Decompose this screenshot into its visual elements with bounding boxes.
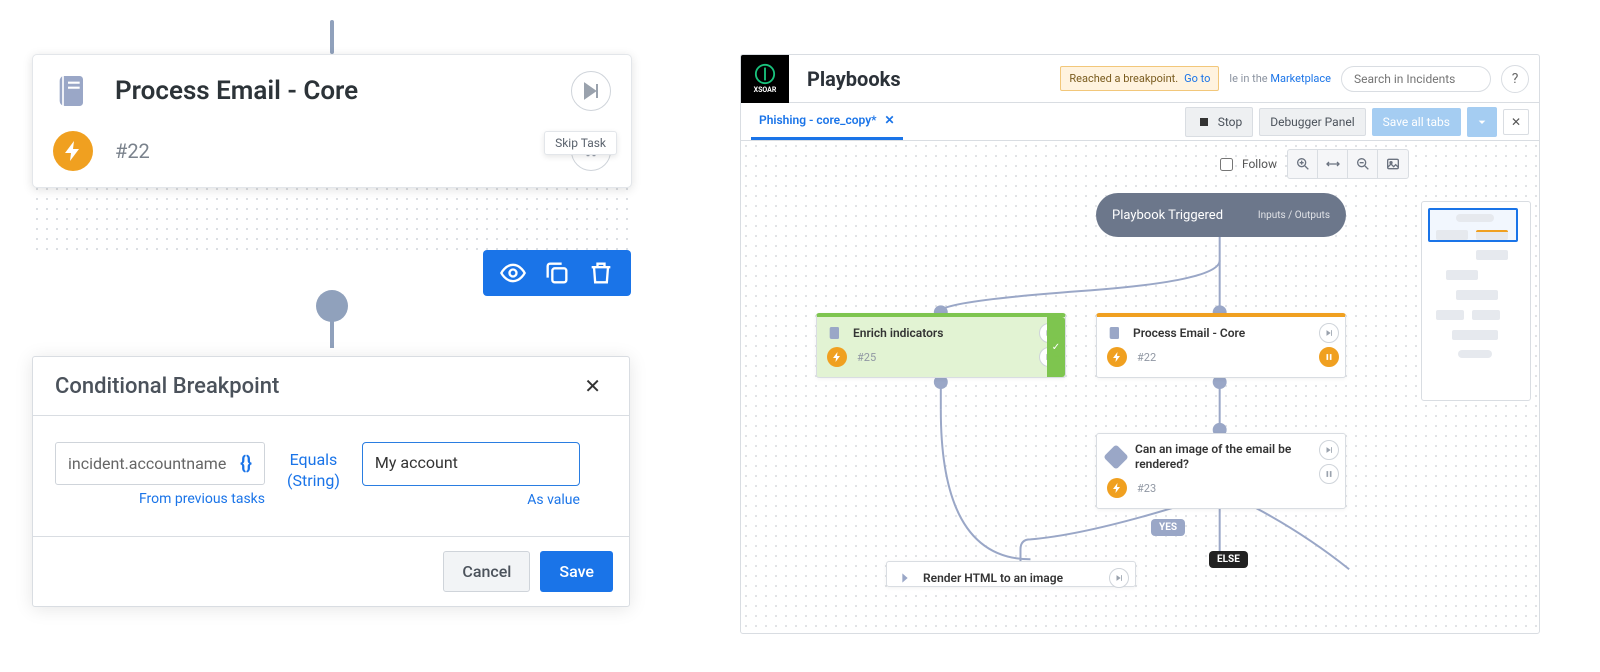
start-node[interactable]: Playbook Triggered Inputs / Outputs bbox=[1096, 193, 1346, 237]
start-node-io[interactable]: Inputs / Outputs bbox=[1258, 210, 1330, 221]
playbook-editor: XSOAR Playbooks Reached a breakpoint. Go… bbox=[740, 54, 1540, 634]
skip-icon[interactable] bbox=[1319, 323, 1339, 343]
delete-icon[interactable] bbox=[587, 259, 615, 287]
skip-task-button[interactable] bbox=[571, 71, 611, 111]
close-icon[interactable]: ✕ bbox=[578, 373, 607, 399]
success-strip: ✓ bbox=[1047, 317, 1065, 377]
node-can-render-image[interactable]: Can an image of the email be rendered? #… bbox=[1096, 433, 1346, 509]
connector-bottom bbox=[330, 320, 334, 348]
page-title: Playbooks bbox=[807, 67, 901, 91]
tab-phishing-core-copy[interactable]: Phishing - core_copy* ✕ bbox=[751, 103, 903, 140]
node-enrich-indicators[interactable]: Enrich indicators #25 ✓ bbox=[816, 313, 1066, 378]
minimap[interactable] bbox=[1421, 201, 1531, 401]
tab-close-icon[interactable]: ✕ bbox=[885, 113, 895, 127]
topbar: XSOAR Playbooks Reached a breakpoint. Go… bbox=[741, 55, 1539, 103]
from-previous-tasks-link[interactable]: From previous tasks bbox=[139, 491, 265, 507]
condition-field-input[interactable]: incident.accountname {} bbox=[55, 442, 265, 485]
bolt-icon bbox=[827, 347, 847, 367]
debugger-panel-button[interactable]: Debugger Panel bbox=[1259, 108, 1365, 136]
node-render-html[interactable]: Render HTML to an image bbox=[886, 561, 1136, 587]
close-tabbar-icon[interactable]: ✕ bbox=[1503, 109, 1529, 135]
view-icon[interactable] bbox=[499, 259, 527, 287]
canvas-view-controls bbox=[1287, 149, 1409, 179]
stop-button[interactable]: Stop bbox=[1185, 107, 1254, 137]
bolt-icon bbox=[1107, 347, 1127, 367]
skip-task-tooltip: Skip Task bbox=[544, 131, 617, 155]
condition-operator[interactable]: Equals (String) bbox=[287, 450, 340, 492]
zoom-in-icon[interactable] bbox=[1288, 150, 1318, 178]
fit-width-icon[interactable] bbox=[1318, 150, 1348, 178]
save-button[interactable]: Save bbox=[540, 551, 613, 592]
save-all-tabs-dropdown[interactable] bbox=[1467, 107, 1497, 137]
search-input[interactable] bbox=[1341, 66, 1491, 92]
task-action-bar bbox=[483, 250, 631, 296]
connector-top bbox=[330, 20, 334, 54]
playbook-canvas[interactable]: Follow Playbook Triggered Inputs / Outpu… bbox=[741, 141, 1539, 633]
condition-icon bbox=[1103, 444, 1128, 469]
copy-icon[interactable] bbox=[543, 259, 571, 287]
task-card-panel: Process Email - Core Skip Task #22 bbox=[32, 54, 632, 254]
xsoar-logo[interactable]: XSOAR bbox=[741, 55, 789, 103]
pause-icon[interactable] bbox=[1319, 347, 1339, 367]
playbook-icon bbox=[53, 71, 93, 111]
save-all-tabs-button[interactable]: Save all tabs bbox=[1372, 108, 1461, 136]
connector-node[interactable] bbox=[316, 290, 348, 322]
bolt-icon bbox=[53, 131, 93, 171]
follow-toggle[interactable]: Follow bbox=[1216, 155, 1277, 174]
conditional-breakpoint-dialog: Conditional Breakpoint ✕ incident.accoun… bbox=[32, 356, 630, 607]
branch-else[interactable]: ELSE bbox=[1209, 551, 1248, 568]
node-process-email-core[interactable]: Process Email - Core #22 bbox=[1096, 313, 1346, 378]
cancel-button[interactable]: Cancel bbox=[443, 551, 530, 592]
bolt-icon bbox=[1107, 478, 1127, 498]
breakpoint-banner: Reached a breakpoint. Go to bbox=[1060, 66, 1219, 91]
braces-icon[interactable]: {} bbox=[240, 453, 252, 474]
banner-goto-link[interactable]: Go to bbox=[1184, 72, 1210, 85]
skip-icon[interactable] bbox=[1319, 440, 1339, 460]
marketplace-link[interactable]: Marketplace bbox=[1270, 72, 1331, 85]
canvas-dots: Process Email - Core Skip Task #22 bbox=[32, 54, 632, 254]
task-title: Process Email - Core bbox=[115, 76, 358, 106]
pause-icon[interactable] bbox=[1319, 464, 1339, 484]
check-icon: ✓ bbox=[1047, 337, 1065, 357]
marketplace-hint: le in the Marketplace bbox=[1229, 72, 1331, 85]
as-value-link[interactable]: As value bbox=[527, 492, 580, 508]
condition-value-input[interactable] bbox=[362, 442, 580, 486]
branch-yes[interactable]: YES bbox=[1151, 519, 1185, 536]
task-card[interactable]: Process Email - Core Skip Task #22 bbox=[32, 54, 632, 188]
task-id: #22 bbox=[115, 139, 150, 163]
help-button[interactable]: ? bbox=[1501, 65, 1529, 93]
zoom-out-icon[interactable] bbox=[1348, 150, 1378, 178]
skip-icon[interactable] bbox=[1109, 568, 1129, 588]
image-icon[interactable] bbox=[1378, 150, 1408, 178]
dialog-title: Conditional Breakpoint bbox=[55, 374, 279, 399]
condition-field-value: incident.accountname bbox=[68, 454, 226, 473]
tabbar: Phishing - core_copy* ✕ Stop Debugger Pa… bbox=[741, 103, 1539, 141]
follow-checkbox[interactable] bbox=[1220, 158, 1233, 171]
